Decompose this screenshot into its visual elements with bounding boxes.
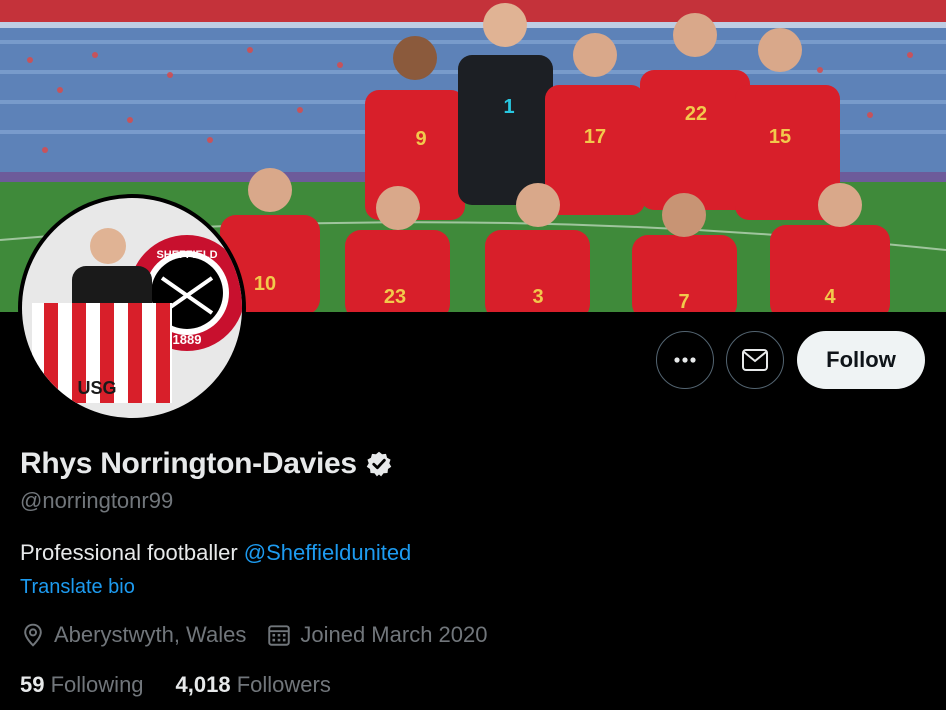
name-row: Rhys Norrington-Davies [20, 447, 393, 481]
display-name: Rhys Norrington-Davies [20, 447, 357, 480]
calendar-icon [268, 625, 291, 646]
crest-year: 1889 [173, 332, 202, 347]
jersey-number: 17 [584, 126, 606, 148]
jersey-number: 23 [384, 286, 406, 308]
shirt-text: USG [77, 378, 116, 398]
more-button[interactable] [656, 331, 714, 389]
profile-page: 9 1 17 22 15 10 23 3 7 4 SHEFFIELD 1889 [0, 0, 946, 710]
crest-text: SHEFFIELD [156, 249, 217, 261]
envelope-icon [742, 349, 768, 371]
location-pin-icon [24, 623, 42, 647]
follow-stats: 59 Following 4,018 Followers [20, 672, 363, 698]
jersey-number: 15 [769, 126, 791, 148]
followers-link[interactable]: 4,018 Followers [176, 672, 331, 698]
jersey-number: 10 [254, 273, 276, 295]
message-button[interactable] [726, 331, 784, 389]
avatar[interactable]: SHEFFIELD 1889 USG [18, 194, 246, 422]
followers-count: 4,018 [175, 672, 231, 697]
follow-button[interactable]: Follow [797, 331, 925, 389]
handle: @norringtonr99 [20, 488, 174, 513]
jersey-number: 1 [503, 96, 514, 118]
location: Aberystwyth, Wales [20, 622, 246, 648]
profile-meta: Aberystwyth, Wales Joined March 2020 [20, 622, 507, 648]
jersey-number: 22 [685, 103, 707, 125]
translate-bio-link[interactable]: Translate bio [20, 576, 135, 599]
followers-label: Followers [236, 672, 331, 697]
location-text: Aberystwyth, Wales [54, 622, 247, 647]
join-date-text: Joined March 2020 [300, 622, 488, 647]
bio-text: Professional footballer [20, 540, 244, 565]
avatar-photo: SHEFFIELD 1889 USG [22, 198, 242, 418]
bio: Professional footballer @Sheffieldunited [20, 540, 411, 566]
following-label: Following [50, 672, 144, 697]
jersey-number: 4 [824, 286, 836, 308]
more-icon [674, 357, 696, 363]
join-date: Joined March 2020 [266, 622, 487, 648]
following-link[interactable]: 59 Following [20, 672, 144, 698]
jersey-number: 7 [678, 291, 689, 312]
following-count: 59 [20, 672, 45, 697]
jersey-number: 3 [532, 286, 543, 308]
jersey-number: 9 [415, 128, 426, 150]
verified-badge-icon[interactable] [365, 450, 393, 478]
bio-mention-link[interactable]: @Sheffieldunited [244, 540, 412, 565]
